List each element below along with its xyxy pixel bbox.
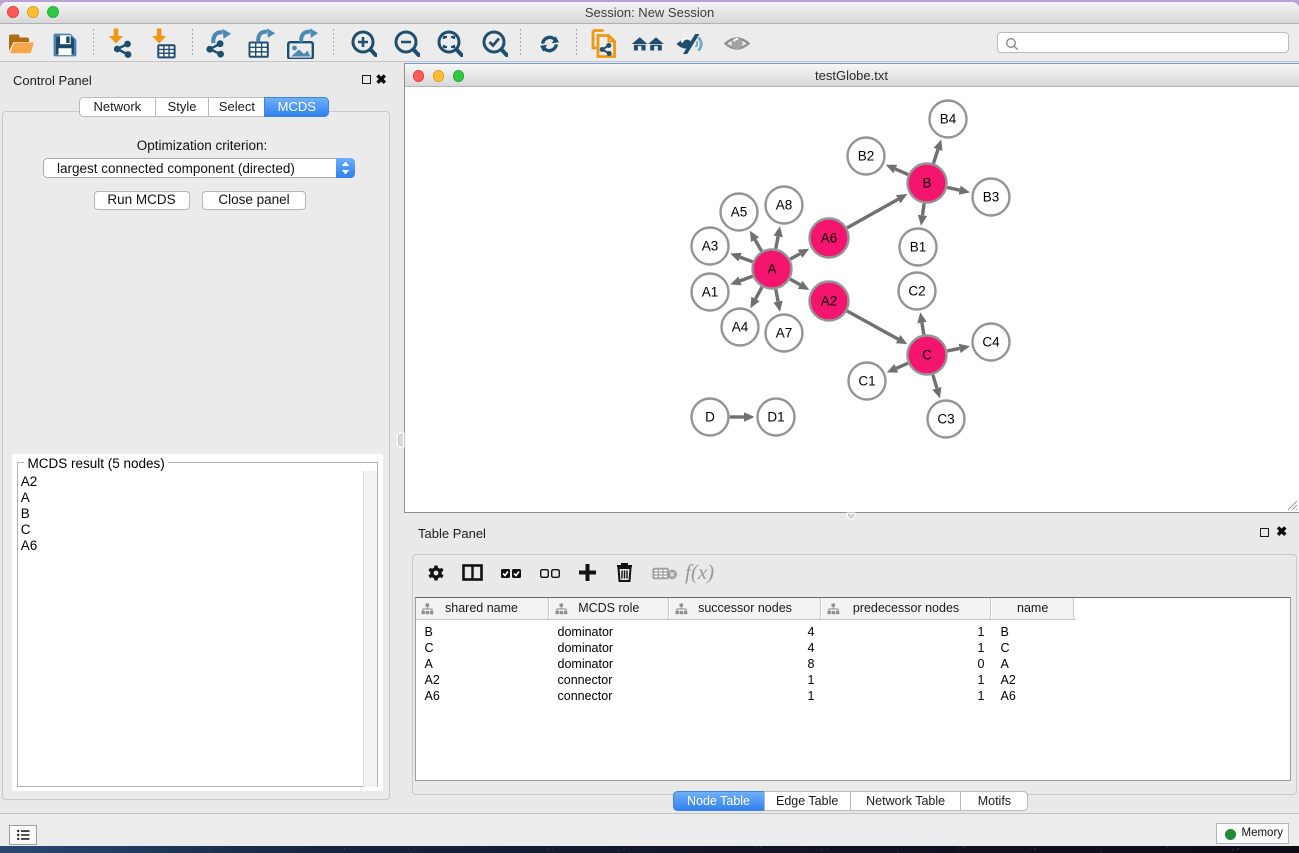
svg-text:A1: A1 <box>702 285 719 300</box>
svg-text:A2: A2 <box>821 294 838 309</box>
svg-text:C4: C4 <box>982 335 1000 350</box>
svg-text:B3: B3 <box>983 190 1000 205</box>
svg-text:A5: A5 <box>731 205 748 220</box>
svg-text:B1: B1 <box>910 240 927 255</box>
svg-text:C1: C1 <box>858 374 875 389</box>
svg-text:C2: C2 <box>908 284 925 299</box>
svg-text:B4: B4 <box>940 112 957 127</box>
svg-text:C: C <box>922 348 932 363</box>
svg-text:A3: A3 <box>702 239 719 254</box>
svg-text:B: B <box>922 176 931 191</box>
svg-text:A8: A8 <box>776 198 793 213</box>
svg-text:A4: A4 <box>732 320 749 335</box>
svg-text:C3: C3 <box>937 412 954 427</box>
svg-text:A7: A7 <box>776 326 793 341</box>
svg-text:A: A <box>767 262 776 277</box>
svg-text:A6: A6 <box>821 231 838 246</box>
svg-text:D: D <box>705 410 715 425</box>
svg-text:D1: D1 <box>767 410 784 425</box>
svg-text:B2: B2 <box>858 149 875 164</box>
